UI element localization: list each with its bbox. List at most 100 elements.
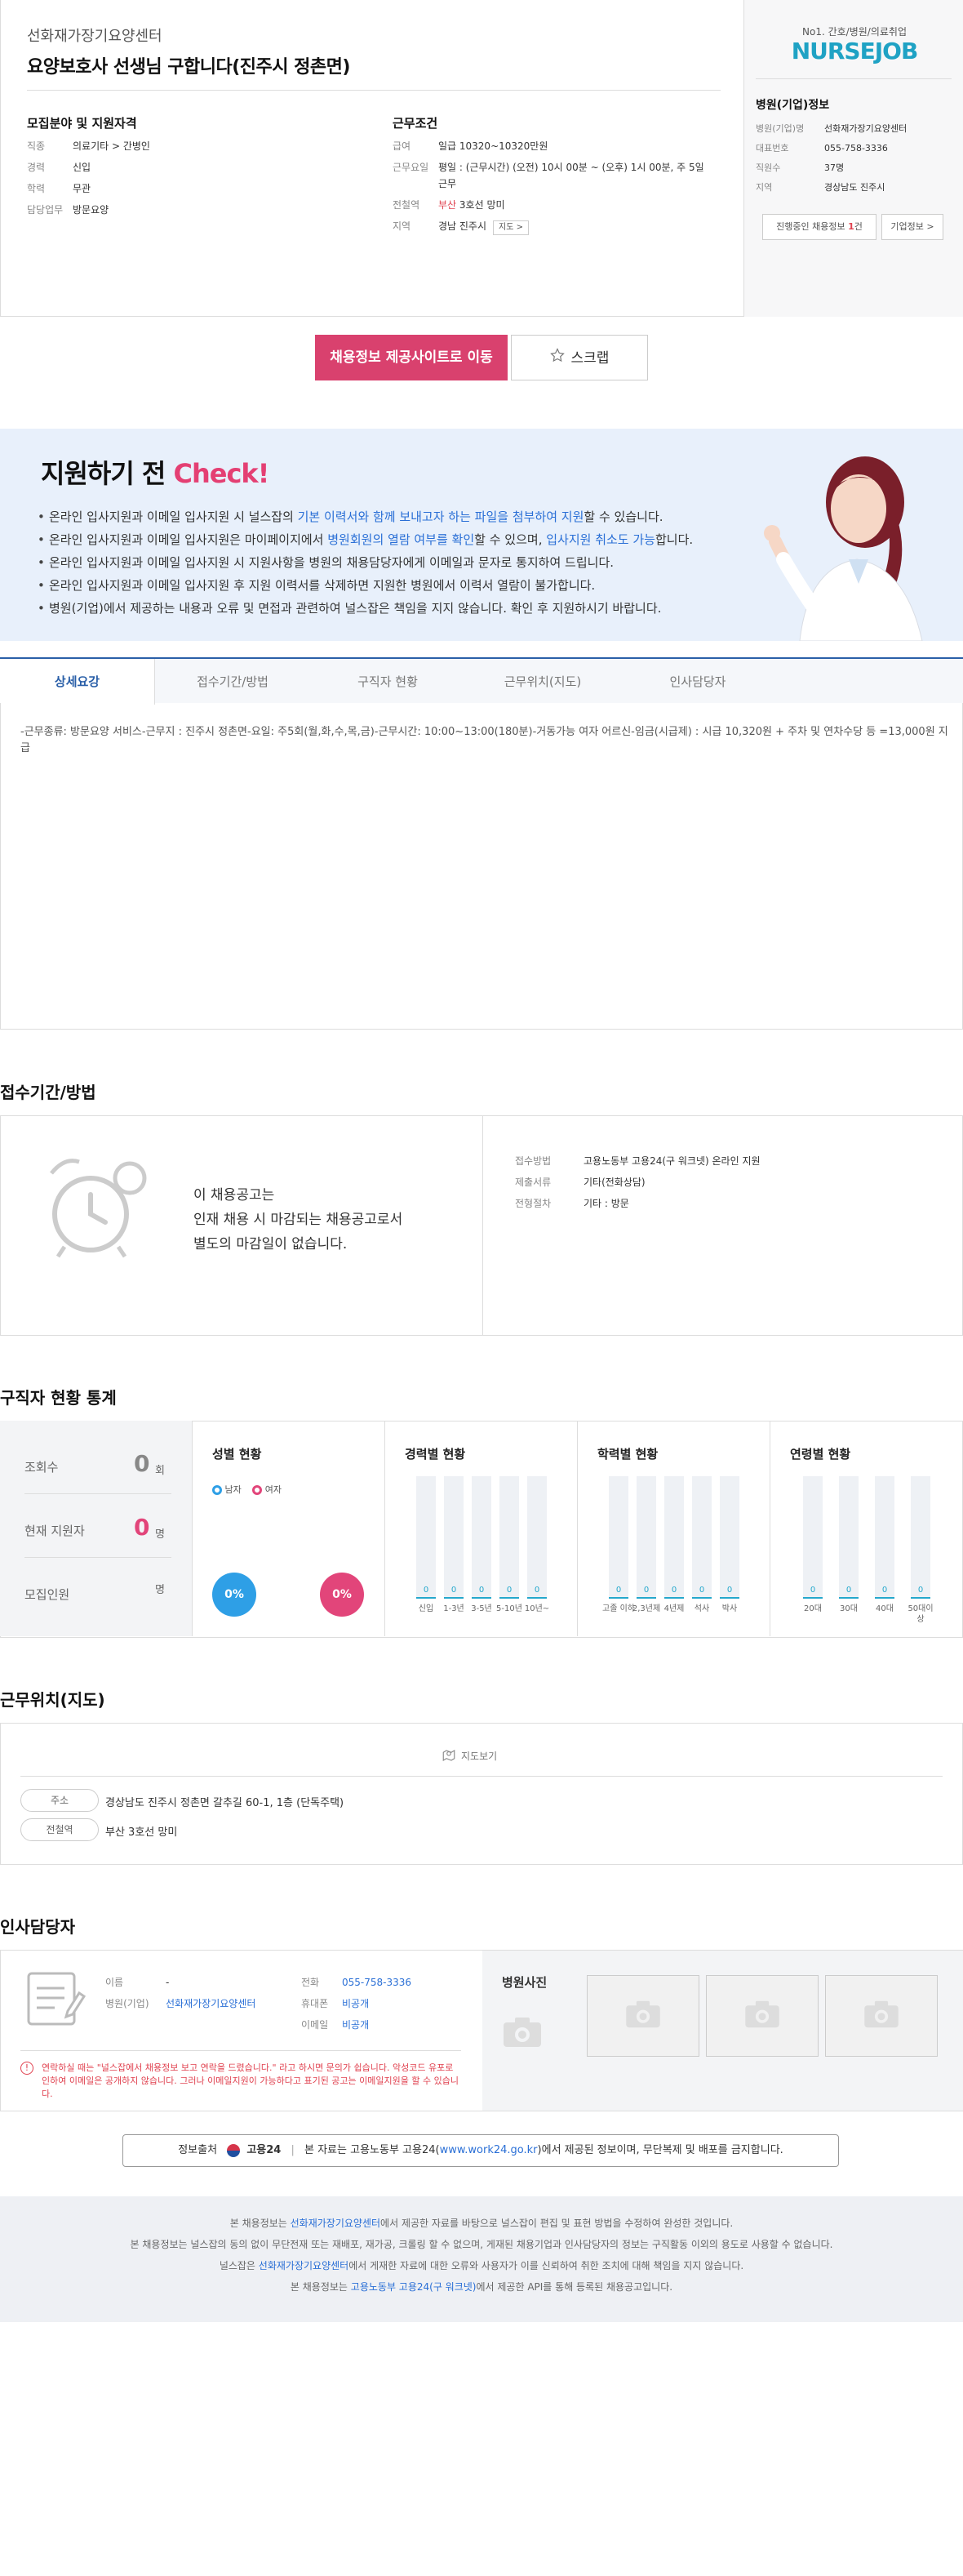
male-percent: 0% xyxy=(212,1573,256,1617)
camera-icon xyxy=(863,2000,900,2032)
footer-text: 널스잡은 xyxy=(219,2260,259,2271)
row-key: 학력 xyxy=(27,183,46,194)
footer-text: 에서 제공한 자료를 바탕으로 널스잡이 편집 및 표현 방법을 수정하여 완성… xyxy=(380,2218,734,2229)
footer-highlight[interactable]: 선화재가장기요양센터 xyxy=(259,2260,348,2271)
stat-bar-value: 0 xyxy=(450,1586,457,1595)
divider xyxy=(20,1776,943,1777)
nursejob-logo[interactable]: NURSEJOB xyxy=(744,38,963,65)
check-text: 할 수 있습니다. xyxy=(584,509,663,524)
qualification-row: 경력 신입 xyxy=(27,157,353,178)
summary-unit: 명 xyxy=(155,1528,165,1541)
company-info-button[interactable]: 기업정보 > xyxy=(881,214,943,240)
row-key: 휴대폰 xyxy=(301,1998,329,2009)
station-label: 전철역 xyxy=(20,1818,99,1841)
stat-bar-value: 0 xyxy=(810,1586,816,1595)
ongoing-jobs-button[interactable]: 진행중인 채용정보 1건 xyxy=(762,214,876,240)
stat-bar xyxy=(875,1476,894,1599)
tab-detail[interactable]: 상세요강 xyxy=(0,659,155,705)
conditions-heading: 근무조건 xyxy=(393,116,438,131)
summary-row: 모집인원 명 xyxy=(24,1581,171,1622)
detail-panel: -근무종류: 방문요양 서비스-근무지 : 진주시 정촌면-요일: 주5회(월,… xyxy=(0,703,963,1030)
scrap-button[interactable]: 스크랩 xyxy=(511,335,648,380)
row-key: 전철역 xyxy=(393,199,420,211)
footer-highlight[interactable]: 선화재가장기요양센터 xyxy=(291,2218,380,2229)
row-key: 직원수 xyxy=(756,162,781,173)
check-text: 합니다. xyxy=(655,532,694,547)
condition-row: 지역 경남 진주시 지도 > xyxy=(393,216,711,237)
check-item: 온라인 입사지원과 이메일 입사지원은 마이페이지에서 병원회원의 열람 여부를… xyxy=(38,532,694,548)
stat-bar xyxy=(839,1476,859,1599)
warning-icon: ! xyxy=(20,2062,33,2075)
stat-bar-value: 0 xyxy=(478,1586,485,1595)
age-chart: 0 20대 0 30대 0 40대 0 50대이상 xyxy=(770,1421,963,1636)
work24-logo-icon xyxy=(227,2143,241,2157)
company-info-heading: 병원(기업)정보 xyxy=(756,99,830,112)
male-marker-icon xyxy=(212,1485,222,1495)
summary-label: 현재 지원자 xyxy=(24,1524,85,1538)
contact-card-icon xyxy=(25,1970,87,2031)
summary-value: 0 xyxy=(134,1514,150,1541)
company-name[interactable]: 선화재가장기요양센터 xyxy=(27,24,162,46)
stat-bar-value: 0 xyxy=(917,1586,924,1595)
stat-bar-value: 0 xyxy=(671,1586,677,1595)
job-summary-card: 선화재가장기요양센터 요양보호사 선생님 구합니다(진주시 정촌면) 모집분야 … xyxy=(0,0,963,317)
row-value: 선화재가장기요양센터 xyxy=(824,123,908,134)
row-key: 직종 xyxy=(27,140,46,152)
check-text: 할 수 있으며, xyxy=(474,532,547,547)
row-key: 접수방법 xyxy=(515,1155,552,1167)
stat-bar-label: 20대 xyxy=(804,1604,822,1613)
stat-bar-label: 10년~ xyxy=(524,1604,550,1613)
address-label: 주소 xyxy=(20,1789,99,1812)
map-view-button[interactable]: 지도보기 xyxy=(442,1748,497,1765)
check-title-accent: Check! xyxy=(173,458,269,489)
photo-slot[interactable] xyxy=(587,1975,699,2057)
photo-slot[interactable] xyxy=(706,1975,819,2057)
application-row: 접수방법 고용노동부 고용24(구 워크넷) 온라인 지원 xyxy=(515,1150,939,1172)
row-value: 비공개 xyxy=(342,1998,370,2009)
ongoing-jobs-count: 1 xyxy=(848,221,854,232)
qualification-row: 직종 의료기타 > 간병인 xyxy=(27,136,353,157)
star-icon xyxy=(549,336,565,381)
check-title: 지원하기 전 Check! xyxy=(41,453,269,491)
company-sidebar: No1. 간호/병원/의료취업 NURSEJOB 병원(기업)정보 병원(기업)… xyxy=(743,0,963,317)
tab-applicants[interactable]: 구직자 현황 xyxy=(310,659,465,705)
row-value: 055-758-3336 xyxy=(824,143,888,153)
tab-location[interactable]: 근무위치(지도) xyxy=(465,659,620,705)
row-value: 무관 xyxy=(73,183,91,194)
stat-bar-value: 0 xyxy=(643,1586,650,1595)
hr-box: 이름 - 병원(기업) 선화재가장기요양센터 전화 055-758-3336 휴대폰 비… xyxy=(0,1950,963,2111)
map-button[interactable]: 지도 > xyxy=(493,220,529,235)
check-item: 온라인 입사지원과 이메일 입사지원 시 널스잡의 기본 이력서와 함께 보내고… xyxy=(38,509,663,525)
check-text: 온라인 입사지원과 이메일 입사지원 시 널스잡의 xyxy=(49,509,298,524)
check-item: 온라인 입사지원과 이메일 입사지원 후 지원 이력서를 삭제하면 지원한 병원… xyxy=(38,577,595,594)
row-key: 제출서류 xyxy=(515,1177,552,1188)
condition-row: 근무요일 평일 : (근무시간) (오전) 10시 00분 ~ (오후) 1시 0… xyxy=(393,157,711,194)
summary-unit: 회 xyxy=(155,1465,165,1477)
source-prefix: 정보출처 xyxy=(178,2144,218,2156)
stat-bar xyxy=(416,1476,436,1599)
row-value: - xyxy=(166,1977,170,1988)
row-key: 담당업무 xyxy=(27,204,64,216)
hr-row: 휴대폰 비공개 xyxy=(301,1993,464,2014)
gender-legend: 남자 여자 xyxy=(212,1483,282,1496)
photo-slot[interactable] xyxy=(825,1975,938,2057)
row-value: 일급 10320~10320만원 xyxy=(438,140,548,152)
tab-application[interactable]: 접수기간/방법 xyxy=(155,659,310,705)
row-key: 지역 xyxy=(393,220,411,232)
check-highlight: 입사지원 취소도 가능 xyxy=(546,532,655,547)
stat-bar-value: 0 xyxy=(506,1586,513,1595)
apply-site-button[interactable]: 채용정보 제공사이트로 이동 xyxy=(315,335,508,380)
summary-label: 모집인원 xyxy=(24,1587,70,1602)
application-info: 접수방법 고용노동부 고용24(구 워크넷) 온라인 지원 제출서류 기타(전화상담… xyxy=(515,1150,939,1214)
footer-highlight[interactable]: 고용노동부 고용24(구 워크넷) xyxy=(351,2281,477,2293)
check-text: 온라인 입사지원과 이메일 입사지원은 마이페이지에서 xyxy=(49,532,328,547)
alarm-clock-icon xyxy=(40,1149,154,1266)
work24-link[interactable]: www.work24.go.kr xyxy=(440,2144,538,2156)
application-box: 이 채용공고는 인재 채용 시 마감되는 채용공고로서 별도의 마감일이 없습니… xyxy=(0,1115,963,1336)
row-key: 병원(기업) xyxy=(105,1998,149,2009)
stat-bar xyxy=(472,1476,491,1599)
education-stats: 학력별 현황 0 고졸 이하 0 2,3년제 0 4년제 0 석사 0 박사 xyxy=(578,1421,770,1636)
age-stats: 연령별 현황 0 20대 0 30대 0 40대 0 50대이상 xyxy=(770,1421,963,1636)
tab-hr[interactable]: 인사담당자 xyxy=(620,659,775,705)
stat-bar-label: 박사 xyxy=(721,1604,738,1613)
